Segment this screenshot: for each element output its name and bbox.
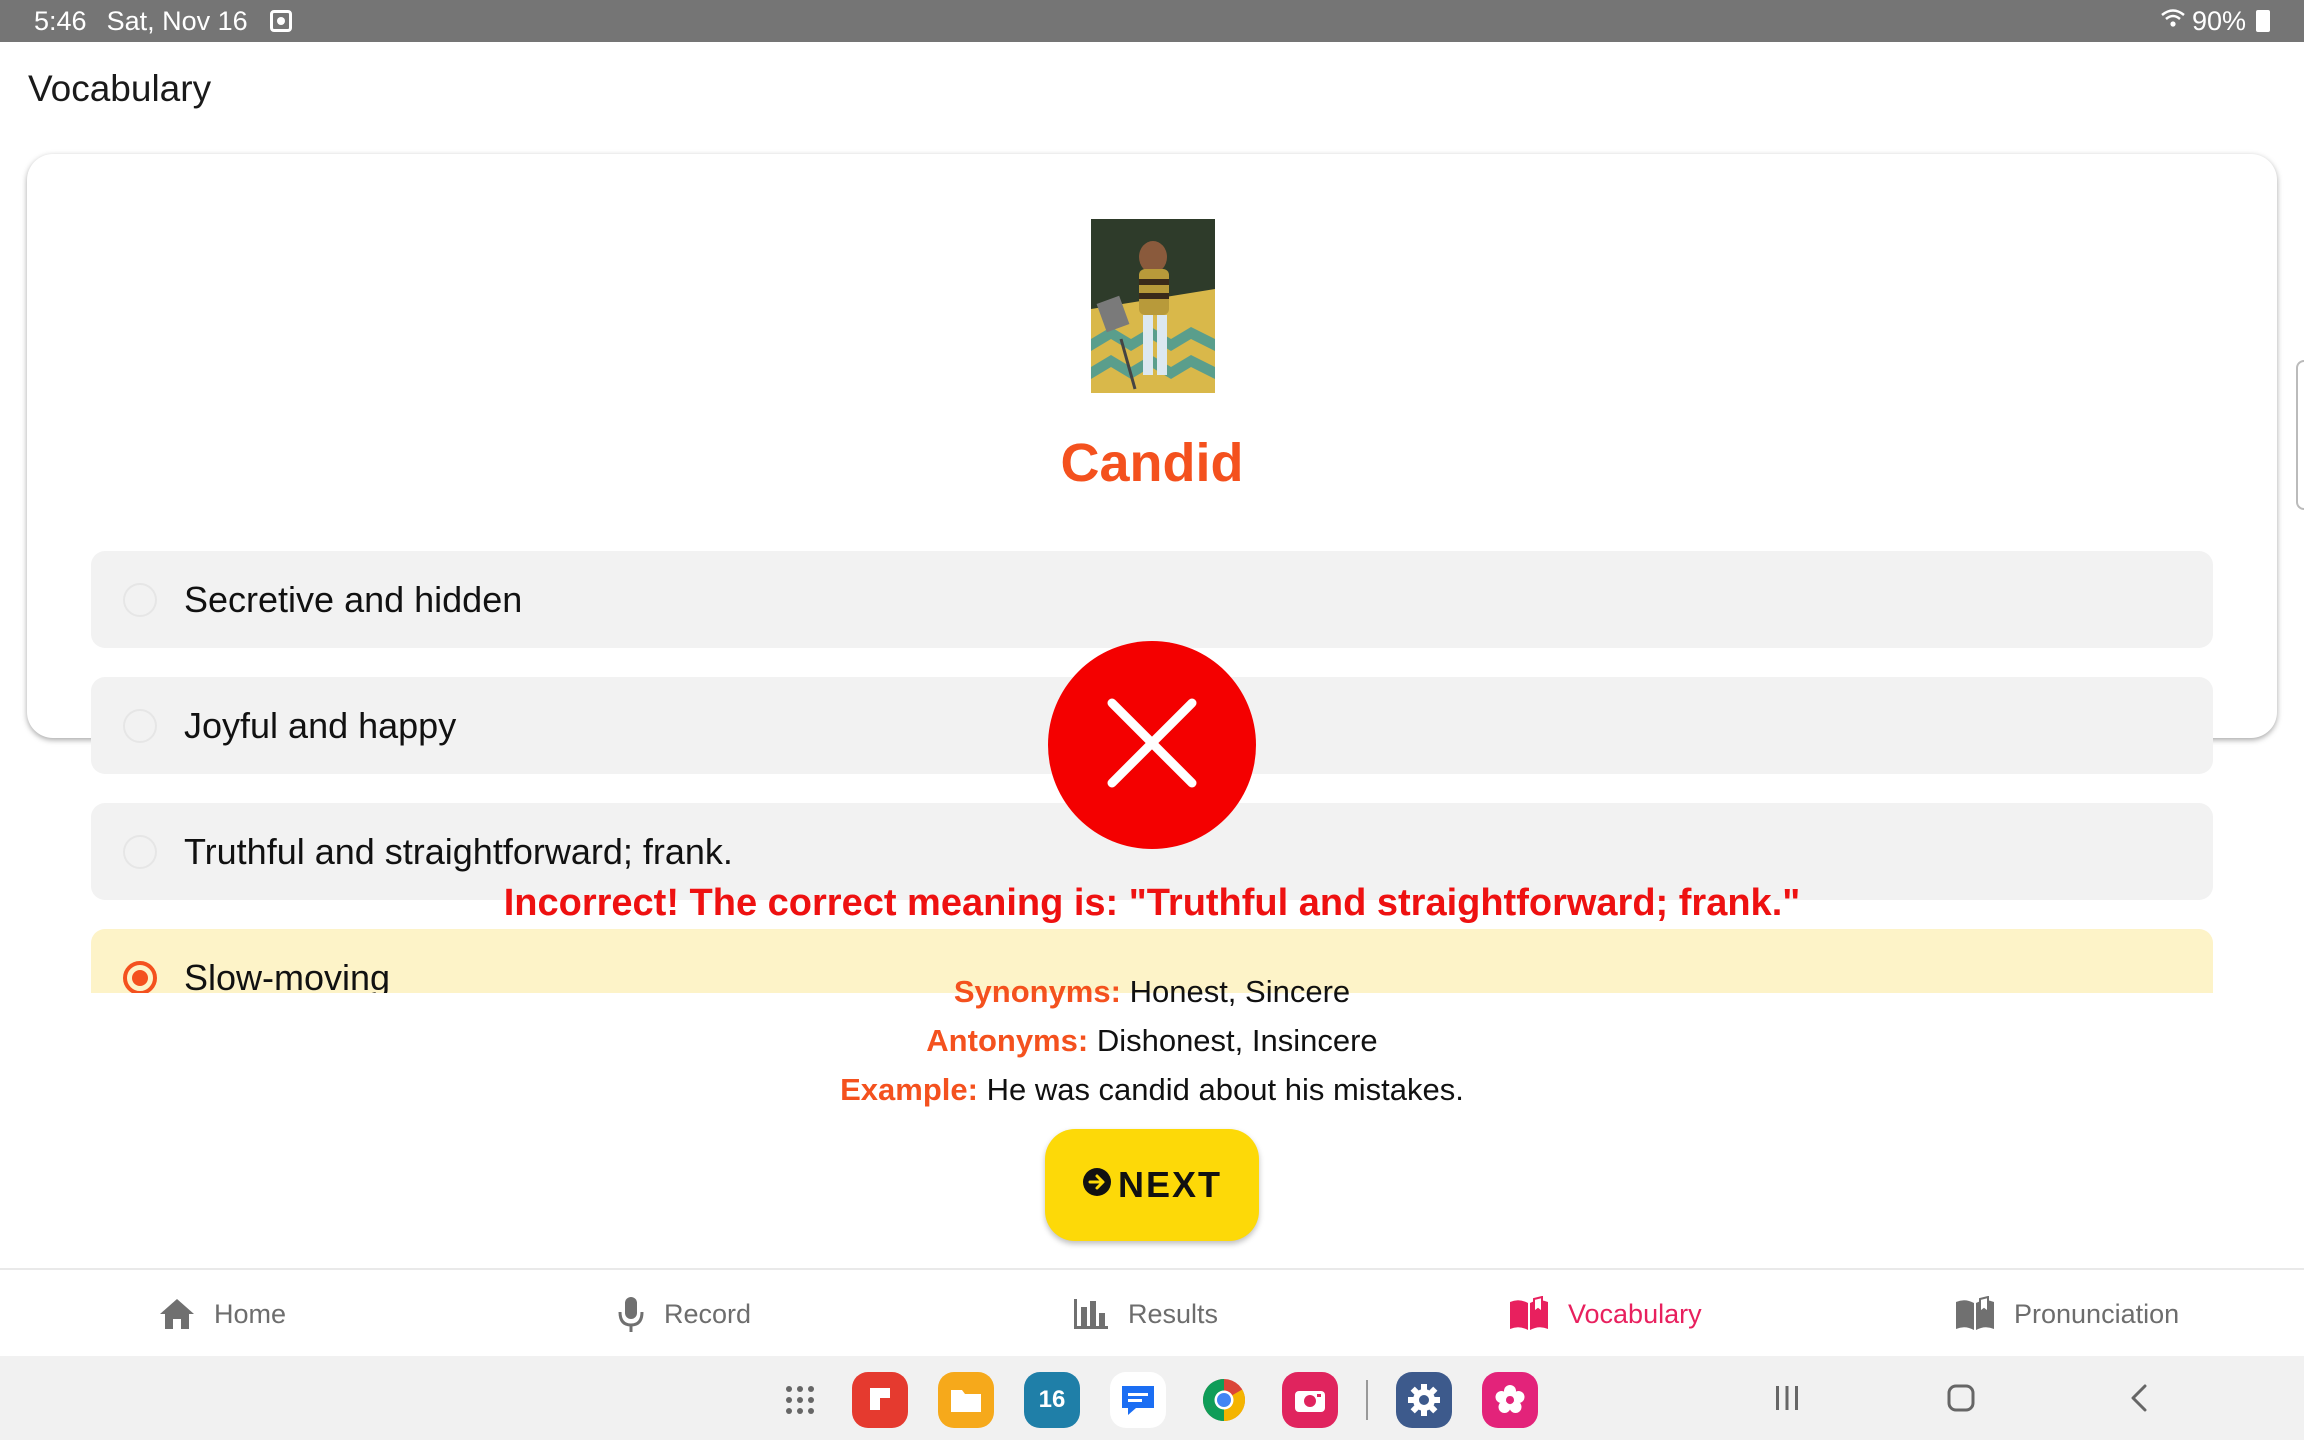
calendar-app-icon[interactable]: 16 [1024,1372,1080,1428]
recent-apps-button[interactable] [1770,1376,1804,1420]
nav-label-home: Home [214,1298,287,1329]
bottom-navigation: Home Record Results Vocabulary Pronuncia… [0,1268,2304,1356]
feedback-message: Incorrect! The correct meaning is: "Trut… [503,882,1801,924]
antonyms-label: Antonyms: [926,1023,1089,1058]
nav-label-record: Record [664,1298,752,1329]
settings-app-icon[interactable] [1396,1372,1452,1428]
nav-label-pronunciation: Pronunciation [2014,1298,2180,1329]
screen: 5:46 Sat, Nov 16 90% Vocabulary Candid S… [0,0,2304,1440]
synonyms-value: Honest, Sincere [1129,974,1351,1009]
antonyms-value: Dishonest, Insincere [1096,1023,1378,1058]
notification-icon [269,10,292,32]
nav-label-results: Results [1128,1298,1219,1329]
radio-button[interactable] [123,834,157,869]
vocabulary-word: Candid [1060,433,1244,493]
example-label: Example: [840,1072,978,1107]
nav-item-record[interactable]: Record [616,1270,751,1358]
bar-chart-icon [1072,1297,1110,1331]
messages-app-icon[interactable] [1110,1372,1166,1428]
status-right: 90% [2160,6,2270,37]
answer-option-label: Secretive and hidden [184,578,523,620]
example-value: He was candid about his mistakes. [986,1072,1464,1107]
system-navigation-bar: 16 [0,1356,2304,1440]
status-date: Sat, Nov 16 [106,5,248,36]
answer-option-label: Joyful and happy [184,704,457,746]
camera-app-icon[interactable] [1282,1372,1338,1428]
home-icon [158,1297,196,1331]
calendar-day: 16 [1038,1386,1066,1413]
arrow-right-circle-icon [1082,1164,1112,1206]
status-bar: 5:46 Sat, Nov 16 90% [0,0,2304,42]
status-time: 5:46 [34,5,87,36]
nav-item-home[interactable]: Home [158,1270,286,1358]
next-button[interactable]: NEXT [1045,1129,1259,1241]
back-button[interactable] [2124,1376,2154,1420]
radio-button[interactable] [123,708,157,743]
synonyms-line: Synonyms: Honest, Sincere [0,974,2304,1010]
synonyms-label: Synonyms: [953,974,1121,1009]
word-illustration [1091,219,1215,393]
incorrect-indicator [1048,641,1256,849]
microphone-icon [616,1295,646,1333]
folder-app-icon[interactable] [938,1372,994,1428]
nav-item-results[interactable]: Results [1072,1270,1218,1358]
gallery-app-icon[interactable] [1482,1372,1538,1428]
flipboard-app-icon[interactable] [852,1372,908,1428]
dock-divider [1366,1380,1368,1420]
battery-level: 90% [2191,5,2246,36]
radio-button[interactable] [123,582,157,617]
answer-option[interactable]: Secretive and hidden [91,551,2213,648]
nav-item-vocabulary[interactable]: Vocabulary [1508,1270,1702,1358]
book-icon [1508,1296,1550,1332]
page-title: Vocabulary [28,68,212,109]
nav-item-pronunciation[interactable]: Pronunciation [1954,1270,2179,1358]
battery-icon [2256,10,2270,32]
home-button[interactable] [1944,1376,1978,1420]
answer-option-label: Truthful and straightforward; frank. [184,830,733,872]
app-drawer-icon[interactable] [772,1372,828,1428]
nav-label-vocabulary: Vocabulary [1568,1298,1702,1329]
close-icon [1104,695,1200,796]
example-line: Example: He was candid about his mistake… [0,1072,2304,1108]
chrome-app-icon[interactable] [1196,1372,1252,1428]
wifi-icon [2160,7,2186,36]
antonyms-line: Antonyms: Dishonest, Insincere [0,1023,2304,1059]
next-button-label: NEXT [1117,1164,1222,1205]
book-icon [1954,1296,1996,1332]
